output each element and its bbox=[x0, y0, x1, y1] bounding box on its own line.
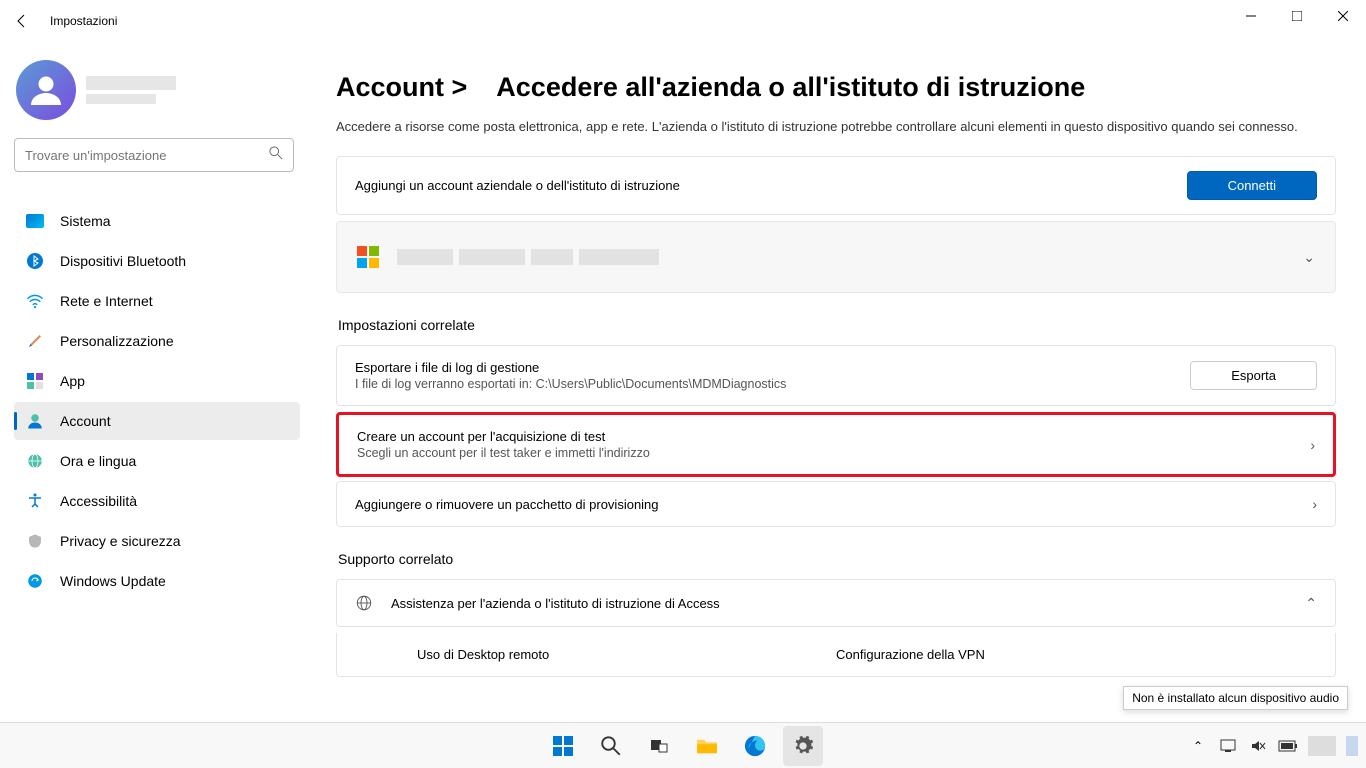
card-label: Aggiungere o rimuovere un pacchetto di p… bbox=[355, 497, 659, 512]
sidebar-item-accounts[interactable]: Account bbox=[14, 402, 300, 440]
window-title: Impostazioni bbox=[50, 14, 117, 28]
test-account-card[interactable]: Creare un account per l'acquisizione di … bbox=[339, 415, 1333, 474]
nav-label: Rete e Internet bbox=[60, 293, 153, 309]
back-button[interactable] bbox=[10, 9, 34, 33]
sidebar-item-privacy[interactable]: Privacy e sicurezza bbox=[14, 522, 300, 560]
tray-chevron-icon[interactable]: ⌃ bbox=[1188, 736, 1208, 756]
taskbar-settings[interactable] bbox=[783, 726, 823, 766]
provisioning-card[interactable]: Aggiungere o rimuovere un pacchetto di p… bbox=[336, 481, 1336, 527]
minimize-button[interactable] bbox=[1228, 0, 1274, 32]
page-description: Accedere a risorse come posta elettronic… bbox=[336, 119, 1336, 134]
apps-icon bbox=[26, 372, 44, 390]
chevron-up-icon: ⌃ bbox=[1305, 595, 1317, 612]
nav-label: Dispositivi Bluetooth bbox=[60, 253, 186, 269]
sidebar-item-time[interactable]: Ora e lingua bbox=[14, 442, 300, 480]
tray-battery-icon[interactable] bbox=[1278, 736, 1298, 756]
avatar bbox=[16, 60, 76, 120]
sidebar-item-personalization[interactable]: Personalizzazione bbox=[14, 322, 300, 360]
sidebar-item-network[interactable]: Rete e Internet bbox=[14, 282, 300, 320]
sidebar-item-apps[interactable]: App bbox=[14, 362, 300, 400]
globe-icon bbox=[26, 452, 44, 470]
taskbar-explorer[interactable] bbox=[687, 726, 727, 766]
help-globe-icon bbox=[355, 594, 373, 612]
card-sub: I file di log verranno esportati in: C:\… bbox=[355, 377, 786, 391]
taskbar-edge[interactable] bbox=[735, 726, 775, 766]
support-card[interactable]: Assistenza per l'azienda o l'istituto di… bbox=[336, 579, 1336, 627]
nav-label: Accessibilità bbox=[60, 493, 137, 509]
card-label: Aggiungi un account aziendale o dell'ist… bbox=[355, 178, 680, 193]
tray-volume-muted-icon[interactable] bbox=[1248, 736, 1268, 756]
sidebar-item-update[interactable]: Windows Update bbox=[14, 562, 300, 600]
user-profile[interactable] bbox=[14, 52, 300, 138]
nav-label: Ora e lingua bbox=[60, 453, 136, 469]
page-title: Accedere all'azienda o all'istituto di i… bbox=[496, 72, 1085, 102]
connect-button[interactable]: Connetti bbox=[1187, 171, 1317, 200]
sidebar-item-bluetooth[interactable]: Dispositivi Bluetooth bbox=[14, 242, 300, 280]
tray-clock-redacted[interactable] bbox=[1308, 736, 1336, 756]
related-settings-label: Impostazioni correlate bbox=[338, 317, 1336, 333]
taskbar: ⌃ bbox=[0, 722, 1366, 768]
add-work-account-card: Aggiungi un account aziendale o dell'ist… bbox=[336, 156, 1336, 215]
account-name-redacted bbox=[397, 249, 659, 265]
taskbar-search[interactable] bbox=[591, 726, 631, 766]
wifi-icon bbox=[26, 292, 44, 310]
taskbar-taskview[interactable] bbox=[639, 726, 679, 766]
chevron-down-icon: ⌄ bbox=[1303, 249, 1315, 266]
user-name-redacted bbox=[86, 76, 176, 104]
nav-label: Sistema bbox=[60, 213, 111, 229]
nav-label: Personalizzazione bbox=[60, 333, 174, 349]
audio-tooltip: Non è installato alcun dispositivo audio bbox=[1123, 686, 1348, 710]
start-button[interactable] bbox=[543, 726, 583, 766]
maximize-button[interactable] bbox=[1274, 0, 1320, 32]
microsoft-logo-icon bbox=[357, 246, 379, 268]
nav-label: Account bbox=[60, 413, 111, 429]
export-button[interactable]: Esporta bbox=[1190, 361, 1317, 390]
search-icon bbox=[269, 146, 283, 165]
sidebar-item-accessibility[interactable]: Accessibilità bbox=[14, 482, 300, 520]
close-button[interactable] bbox=[1320, 0, 1366, 32]
system-icon bbox=[26, 212, 44, 230]
sidebar-item-system[interactable]: Sistema bbox=[14, 202, 300, 240]
card-sub: Scegli un account per il test taker e im… bbox=[357, 446, 650, 460]
search-input[interactable] bbox=[14, 138, 294, 172]
shield-icon bbox=[26, 532, 44, 550]
update-icon bbox=[26, 572, 44, 590]
chevron-right-icon: › bbox=[1310, 437, 1315, 453]
card-label: Esportare i file di log di gestione bbox=[355, 360, 786, 375]
crumb-root[interactable]: Account > bbox=[336, 72, 467, 102]
connected-account-card[interactable]: ⌄ bbox=[336, 221, 1336, 293]
bluetooth-icon bbox=[26, 252, 44, 270]
export-logs-card: Esportare i file di log di gestione I fi… bbox=[336, 345, 1336, 406]
nav-label: Windows Update bbox=[60, 573, 166, 589]
nav-label: App bbox=[60, 373, 85, 389]
support-label: Supporto correlato bbox=[338, 551, 1336, 567]
accessibility-icon bbox=[26, 492, 44, 510]
chevron-right-icon: › bbox=[1312, 496, 1317, 512]
support-link-vpn[interactable]: Configurazione della VPN bbox=[836, 647, 1255, 662]
support-links-row: Uso di Desktop remoto Configurazione del… bbox=[337, 633, 1335, 676]
card-label: Creare un account per l'acquisizione di … bbox=[357, 429, 650, 444]
tray-network-icon[interactable] bbox=[1218, 736, 1238, 756]
card-label: Assistenza per l'azienda o l'istituto di… bbox=[391, 596, 720, 611]
nav-label: Privacy e sicurezza bbox=[60, 533, 181, 549]
support-link-remote[interactable]: Uso di Desktop remoto bbox=[417, 647, 836, 662]
tray-notifications-redacted[interactable] bbox=[1346, 736, 1358, 756]
breadcrumb: Account > Accedere all'azienda o all'ist… bbox=[336, 72, 1336, 103]
account-icon bbox=[26, 412, 44, 430]
brush-icon bbox=[26, 332, 44, 350]
